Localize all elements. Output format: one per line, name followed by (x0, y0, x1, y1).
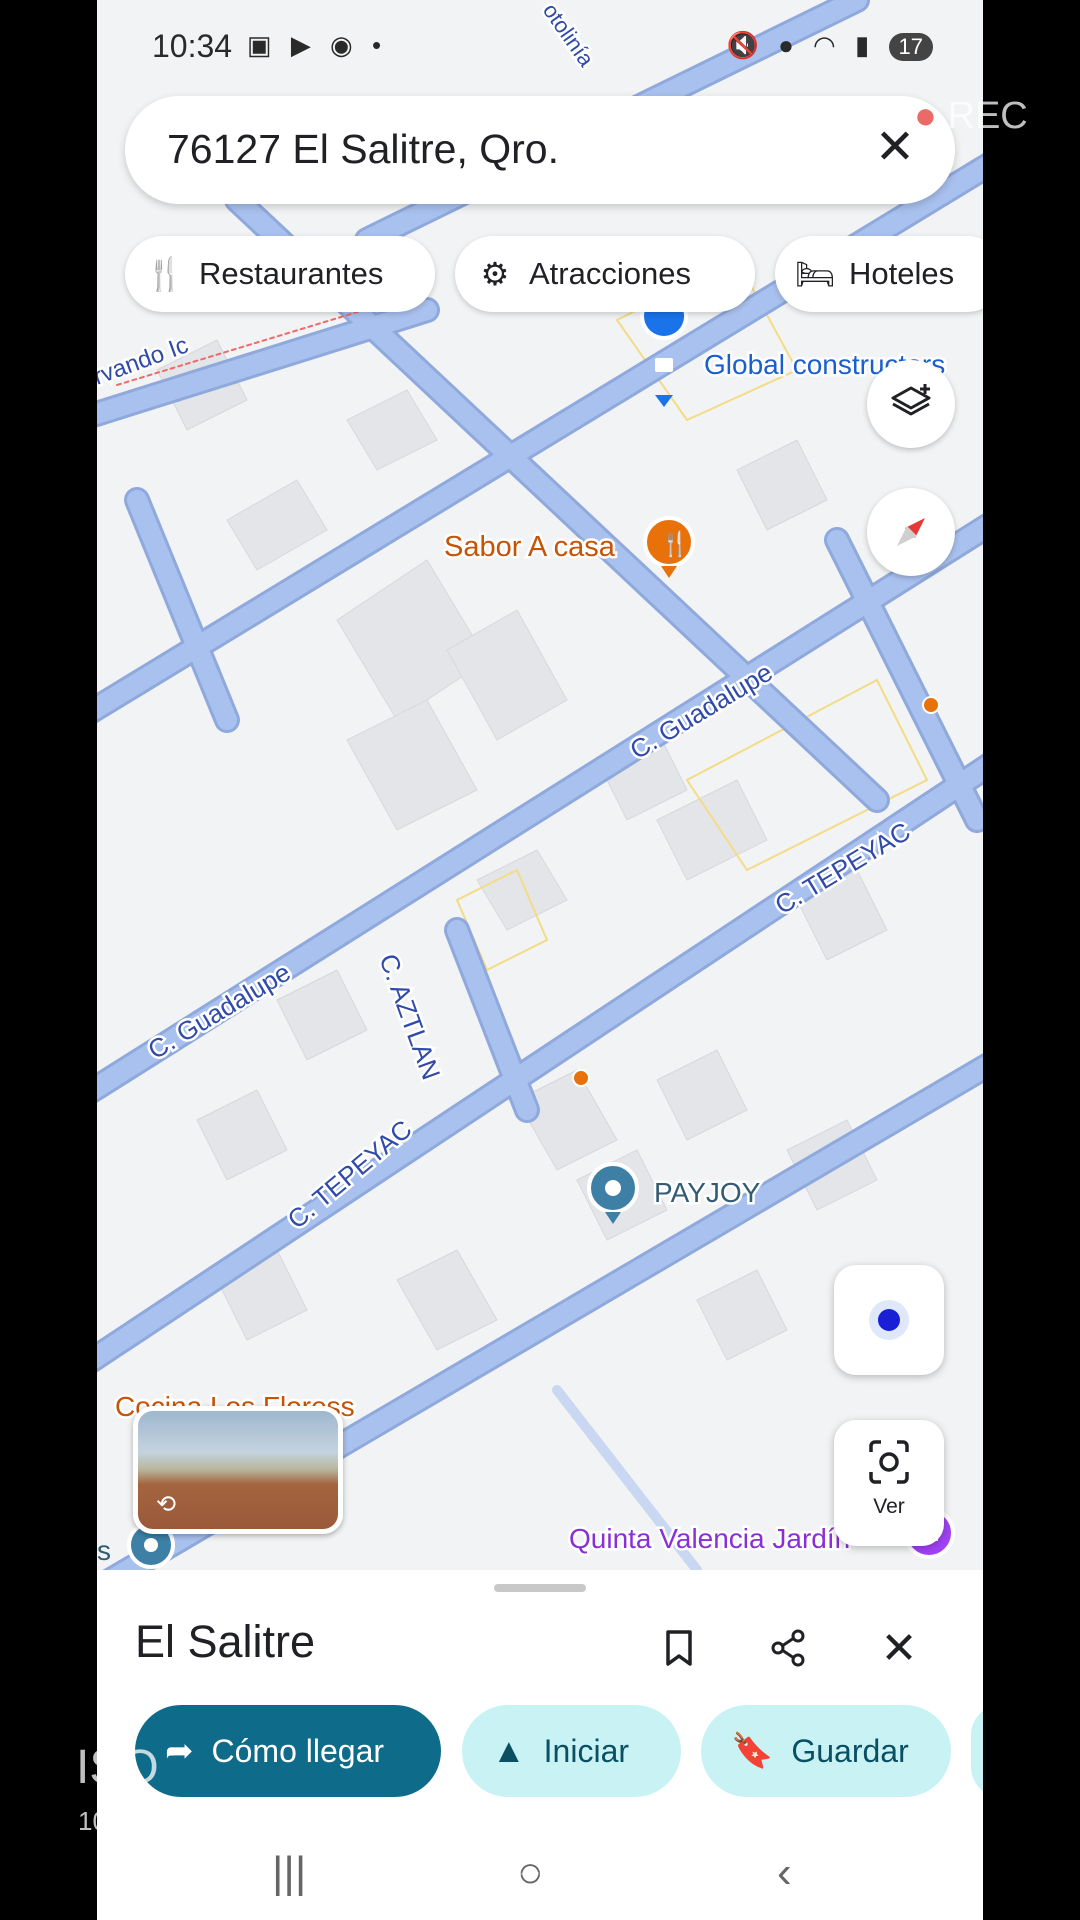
directions-label: Cómo llegar (211, 1732, 385, 1769)
start-button[interactable]: ▲ Iniciar (462, 1705, 681, 1797)
bookmark-icon: 🔖 (731, 1732, 774, 1770)
battery-level: 17 (888, 33, 933, 61)
back-button[interactable]: ‹ (777, 1848, 792, 1898)
payjoy-label: PAYJOY (654, 1177, 761, 1208)
quinta-valencia-label: Quinta Valencia Jardín (569, 1523, 850, 1554)
close-sheet-button[interactable]: ✕ (867, 1616, 931, 1680)
compass-icon (897, 518, 925, 546)
view-lens-label: Ver (873, 1495, 905, 1518)
signal-icon: ▮ (854, 30, 876, 60)
status-bar: 10:34 ▣ ▶ ◉ • 🔇 ● ◠ ▮ 17 (97, 0, 983, 96)
youtube-icon: ▶ (290, 30, 317, 60)
chip-label: Atracciones (529, 256, 691, 291)
app-icon: ◉ (330, 30, 359, 60)
chip-atracciones[interactable]: ⚙ Atracciones (455, 236, 755, 312)
view-lens-button[interactable]: Ver (834, 1420, 944, 1546)
svg-text:🍴: 🍴 (660, 530, 690, 558)
compass-button[interactable] (867, 488, 955, 576)
directions-icon: ➦ (165, 1732, 194, 1770)
fork-knife-icon: 🍴 (145, 256, 185, 292)
chip-label: Hoteles (849, 256, 955, 291)
search-query[interactable]: 76127 El Salitre, Qro. (167, 126, 559, 173)
mute-icon: 🔇 (726, 30, 765, 60)
layers-button[interactable] (867, 360, 955, 448)
save-button[interactable]: 🔖 Guardar (701, 1705, 951, 1797)
orange-poi-dot[interactable] (572, 1069, 590, 1087)
wifi-icon: ◠ (813, 30, 842, 60)
exposure-scale: 3..2..1..0..1..2..3 (355, 1850, 558, 1881)
rotate-360-icon: ⟲ (156, 1491, 177, 1518)
partial-marker-label: s (97, 1535, 111, 1566)
location-dot-icon (869, 1300, 909, 1340)
recent-apps-button[interactable]: ||| (272, 1848, 306, 1898)
place-title: El Salitre (135, 1616, 316, 1667)
my-location-button[interactable] (834, 1265, 944, 1375)
drag-handle[interactable] (494, 1584, 586, 1592)
camera-lens-icon (869, 1440, 909, 1484)
more-actions-button-partial[interactable] (971, 1705, 983, 1797)
save-label: Guardar (791, 1732, 909, 1769)
bed-icon: 🛏 (794, 256, 836, 292)
orange-poi-dot[interactable] (922, 696, 940, 714)
directions-button[interactable]: ➦ Cómo llegar (135, 1705, 441, 1797)
start-label: Iniciar (543, 1732, 630, 1769)
chip-label: Restaurantes (199, 256, 384, 291)
chip-restaurantes[interactable]: 🍴 Restaurantes (125, 236, 435, 312)
iso-values: 100 1/250 (78, 1806, 194, 1836)
iso-label: ISO (76, 1741, 159, 1794)
screenshot-icon: ▣ (247, 30, 278, 60)
location-icon: ● (778, 30, 800, 60)
share-button[interactable] (756, 1616, 820, 1680)
system-icons: 🔇 ● ◠ ▮ 17 (726, 30, 933, 61)
notification-icons: ▣ ▶ ◉ • (247, 30, 387, 61)
status-time: 10:34 (152, 28, 233, 64)
rec-indicator: ● REC (914, 95, 1028, 137)
ferris-wheel-icon: ⚙ (480, 256, 510, 292)
save-place-button[interactable] (647, 1616, 711, 1680)
close-icon: ✕ (880, 1623, 918, 1673)
rec-label: REC (947, 95, 1028, 137)
phone-screen: C. Guadalupe C. Guadalupe C. TEPEYAC C. … (97, 0, 983, 1920)
close-icon: ✕ (874, 121, 916, 174)
bookmark-icon (666, 1630, 692, 1666)
more-notifications-icon: • (371, 30, 388, 60)
layers-icon (891, 384, 931, 416)
navigation-arrow-icon: ▲ (492, 1731, 526, 1770)
search-bar[interactable]: 76127 El Salitre, Qro. ✕ (125, 96, 955, 204)
chip-hoteles[interactable]: 🛏 Hoteles (775, 236, 983, 312)
share-icon (771, 1629, 805, 1667)
street-view-thumbnail[interactable]: ⟲ (133, 1406, 343, 1534)
sabor-a-casa-label: Sabor A casa (444, 531, 616, 563)
